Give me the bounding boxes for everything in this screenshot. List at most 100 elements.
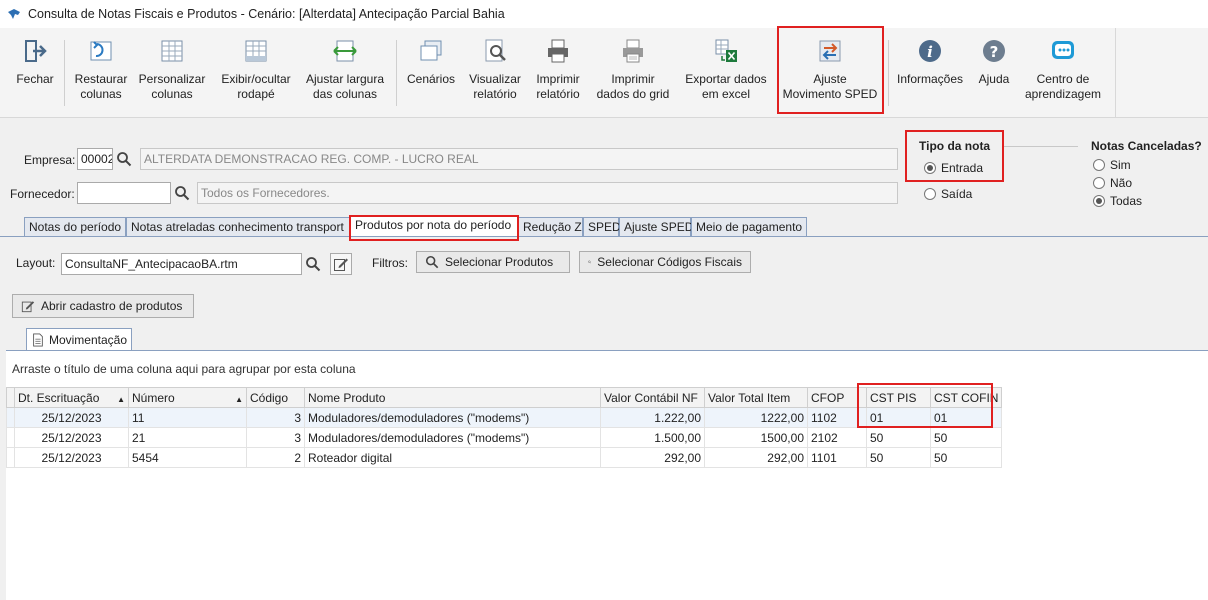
row-indicator xyxy=(6,447,15,468)
tab-meio-pagamento[interactable]: Meio de pagamento xyxy=(691,217,807,237)
cell-valor-contabil: 1.500,00 xyxy=(600,427,705,448)
cell-codigo: 2 xyxy=(246,447,305,468)
ajustar-largura-button[interactable]: Ajustar largura das colunas xyxy=(302,36,388,112)
restore-columns-icon xyxy=(90,41,112,61)
ajuste-movimento-sped-button[interactable]: Ajuste Movimento SPED xyxy=(778,36,882,112)
search-icon xyxy=(117,152,132,167)
tab-reducao-z[interactable]: Redução Z xyxy=(518,217,583,237)
toolbar-separator xyxy=(888,40,889,106)
cell-numero: 5454 xyxy=(128,447,247,468)
cenarios-button[interactable]: Cenários xyxy=(402,36,460,112)
empresa-code-input[interactable]: 00002 xyxy=(77,148,113,170)
learning-center-icon xyxy=(1052,41,1074,59)
canceladas-todas-radio[interactable]: Todas xyxy=(1093,194,1142,208)
subtab-movimentacao[interactable]: Movimentação xyxy=(26,328,132,350)
toolbar-edge xyxy=(1115,28,1116,118)
fornecedor-code-input[interactable] xyxy=(77,182,171,204)
col-nome-produto[interactable]: Nome Produto xyxy=(304,387,601,408)
empresa-label: Empresa: xyxy=(24,153,76,167)
col-valor-contabil[interactable]: Valor Contábil NF xyxy=(600,387,705,408)
restaurar-colunas-button[interactable]: Restaurar colunas xyxy=(70,36,132,112)
notas-canceladas-title: Notas Canceladas? xyxy=(1091,139,1202,153)
tipo-saida-radio[interactable]: Saída xyxy=(924,187,972,201)
col-cst-cofins[interactable]: CST COFIN xyxy=(929,387,1003,408)
cell-cst-pis: 50 xyxy=(866,447,931,468)
cell-valor-contabil: 1.222,00 xyxy=(600,407,705,428)
imprimir-grid-button[interactable]: Imprimir dados do grid xyxy=(592,36,674,112)
exportar-excel-button[interactable]: Exportar dados em excel xyxy=(680,36,772,112)
layout-label: Layout: xyxy=(16,256,56,270)
table-row[interactable]: 25/12/2023 5454 2 Roteador digital 292,0… xyxy=(6,447,1003,468)
col-valor-total-item[interactable]: Valor Total Item xyxy=(704,387,808,408)
cell-cst-pis: 01 xyxy=(866,407,931,428)
col-cfop[interactable]: CFOP xyxy=(807,387,867,408)
footer-toggle-icon xyxy=(245,40,267,62)
selecionar-produtos-button[interactable]: Selecionar Produtos xyxy=(416,251,570,273)
toolbar-separator xyxy=(396,40,397,106)
info-icon: i xyxy=(919,40,941,62)
empresa-search-button[interactable] xyxy=(114,148,134,170)
personalizar-colunas-button[interactable]: Personalizar colunas xyxy=(136,36,208,112)
tab-notas-atreladas[interactable]: Notas atreladas conhecimento transport xyxy=(126,217,350,237)
fornecedor-name-field: Todos os Fornecedores. xyxy=(197,182,898,204)
canceladas-sim-radio[interactable]: Sim xyxy=(1093,158,1131,172)
radio-checked-icon xyxy=(1093,195,1105,207)
visualizar-relatorio-button[interactable]: Visualizar relatório xyxy=(464,36,526,112)
selecionar-codigos-fiscais-button[interactable]: Selecionar Códigos Fiscais xyxy=(579,251,751,273)
tab-notas-periodo[interactable]: Notas do período xyxy=(24,217,126,237)
ajuda-button[interactable]: ? Ajuda xyxy=(972,36,1016,112)
cell-dt: 25/12/2023 xyxy=(14,447,129,468)
app-logo-icon xyxy=(8,9,20,19)
tipo-entrada-radio[interactable]: Entrada xyxy=(924,161,983,175)
cell-cfop: 1101 xyxy=(807,447,867,468)
row-indicator xyxy=(6,427,15,448)
canceladas-nao-radio[interactable]: Não xyxy=(1093,176,1132,190)
cell-valor-total: 1222,00 xyxy=(704,407,808,428)
help-icon: ? xyxy=(983,40,1005,62)
preview-report-icon xyxy=(485,39,506,62)
cell-valor-contabil: 292,00 xyxy=(600,447,705,468)
col-cst-pis[interactable]: CST PIS xyxy=(866,387,931,408)
radio-checked-icon xyxy=(924,162,936,174)
scenarios-icon xyxy=(420,40,442,61)
imprimir-relatorio-button[interactable]: Imprimir relatório xyxy=(528,36,588,112)
toolbar-separator xyxy=(64,40,65,106)
tab-ajuste-sped[interactable]: Ajuste SPED xyxy=(619,217,693,237)
col-numero[interactable]: Número ▲ xyxy=(128,387,247,408)
col-dt-escrituacao[interactable]: Dt. Escrituação ▲ xyxy=(14,387,129,408)
cell-codigo: 3 xyxy=(246,427,305,448)
cell-cst-cofins: 50 xyxy=(929,447,1003,468)
col-codigo[interactable]: Código xyxy=(246,387,305,408)
edit-icon xyxy=(334,258,348,271)
sort-asc-icon: ▲ xyxy=(235,394,243,404)
cell-cst-cofins: 01 xyxy=(929,407,1003,428)
centro-aprendizagem-button[interactable]: Centro de aprendizagem xyxy=(1020,36,1106,112)
cell-cst-cofins: 50 xyxy=(929,427,1003,448)
tab-produtos-nota[interactable]: Produtos por nota do período xyxy=(350,215,518,237)
tipo-nota-title: Tipo da nota xyxy=(919,139,991,153)
radio-unchecked-icon xyxy=(924,188,936,200)
layout-input[interactable]: ConsultaNF_AntecipacaoBA.rtm xyxy=(61,253,302,275)
excel-export-icon xyxy=(715,39,737,62)
informacoes-button[interactable]: i Informações xyxy=(894,36,966,112)
table-row[interactable]: 25/12/2023 21 3 Moduladores/demoduladore… xyxy=(6,427,1003,448)
tab-sped[interactable]: SPED xyxy=(583,217,621,237)
abrir-cadastro-produtos-button[interactable]: Abrir cadastro de produtos xyxy=(12,294,194,318)
layout-edit-button[interactable] xyxy=(330,253,352,275)
cell-nome-produto: Moduladores/demoduladores ("modems") xyxy=(304,427,601,448)
table-row[interactable]: 25/12/2023 11 3 Moduladores/demoduladore… xyxy=(6,407,1003,428)
sped-adjust-icon xyxy=(819,40,841,62)
sort-asc-icon: ▲ xyxy=(117,394,125,404)
fornecedor-search-button[interactable] xyxy=(172,182,192,204)
search-icon xyxy=(588,260,592,264)
edit-icon xyxy=(21,301,35,313)
document-icon xyxy=(33,332,43,347)
svg-text:i: i xyxy=(927,43,933,61)
main-tabs: Notas do período Notas atreladas conheci… xyxy=(0,215,1208,237)
exibir-ocultar-rodape-button[interactable]: Exibir/ocultar rodapé xyxy=(214,36,298,112)
layout-search-button[interactable] xyxy=(303,253,323,275)
cell-cfop: 1102 xyxy=(807,407,867,428)
row-indicator-header xyxy=(6,387,15,408)
fechar-button[interactable]: Fechar xyxy=(12,36,58,112)
cell-codigo: 3 xyxy=(246,407,305,428)
